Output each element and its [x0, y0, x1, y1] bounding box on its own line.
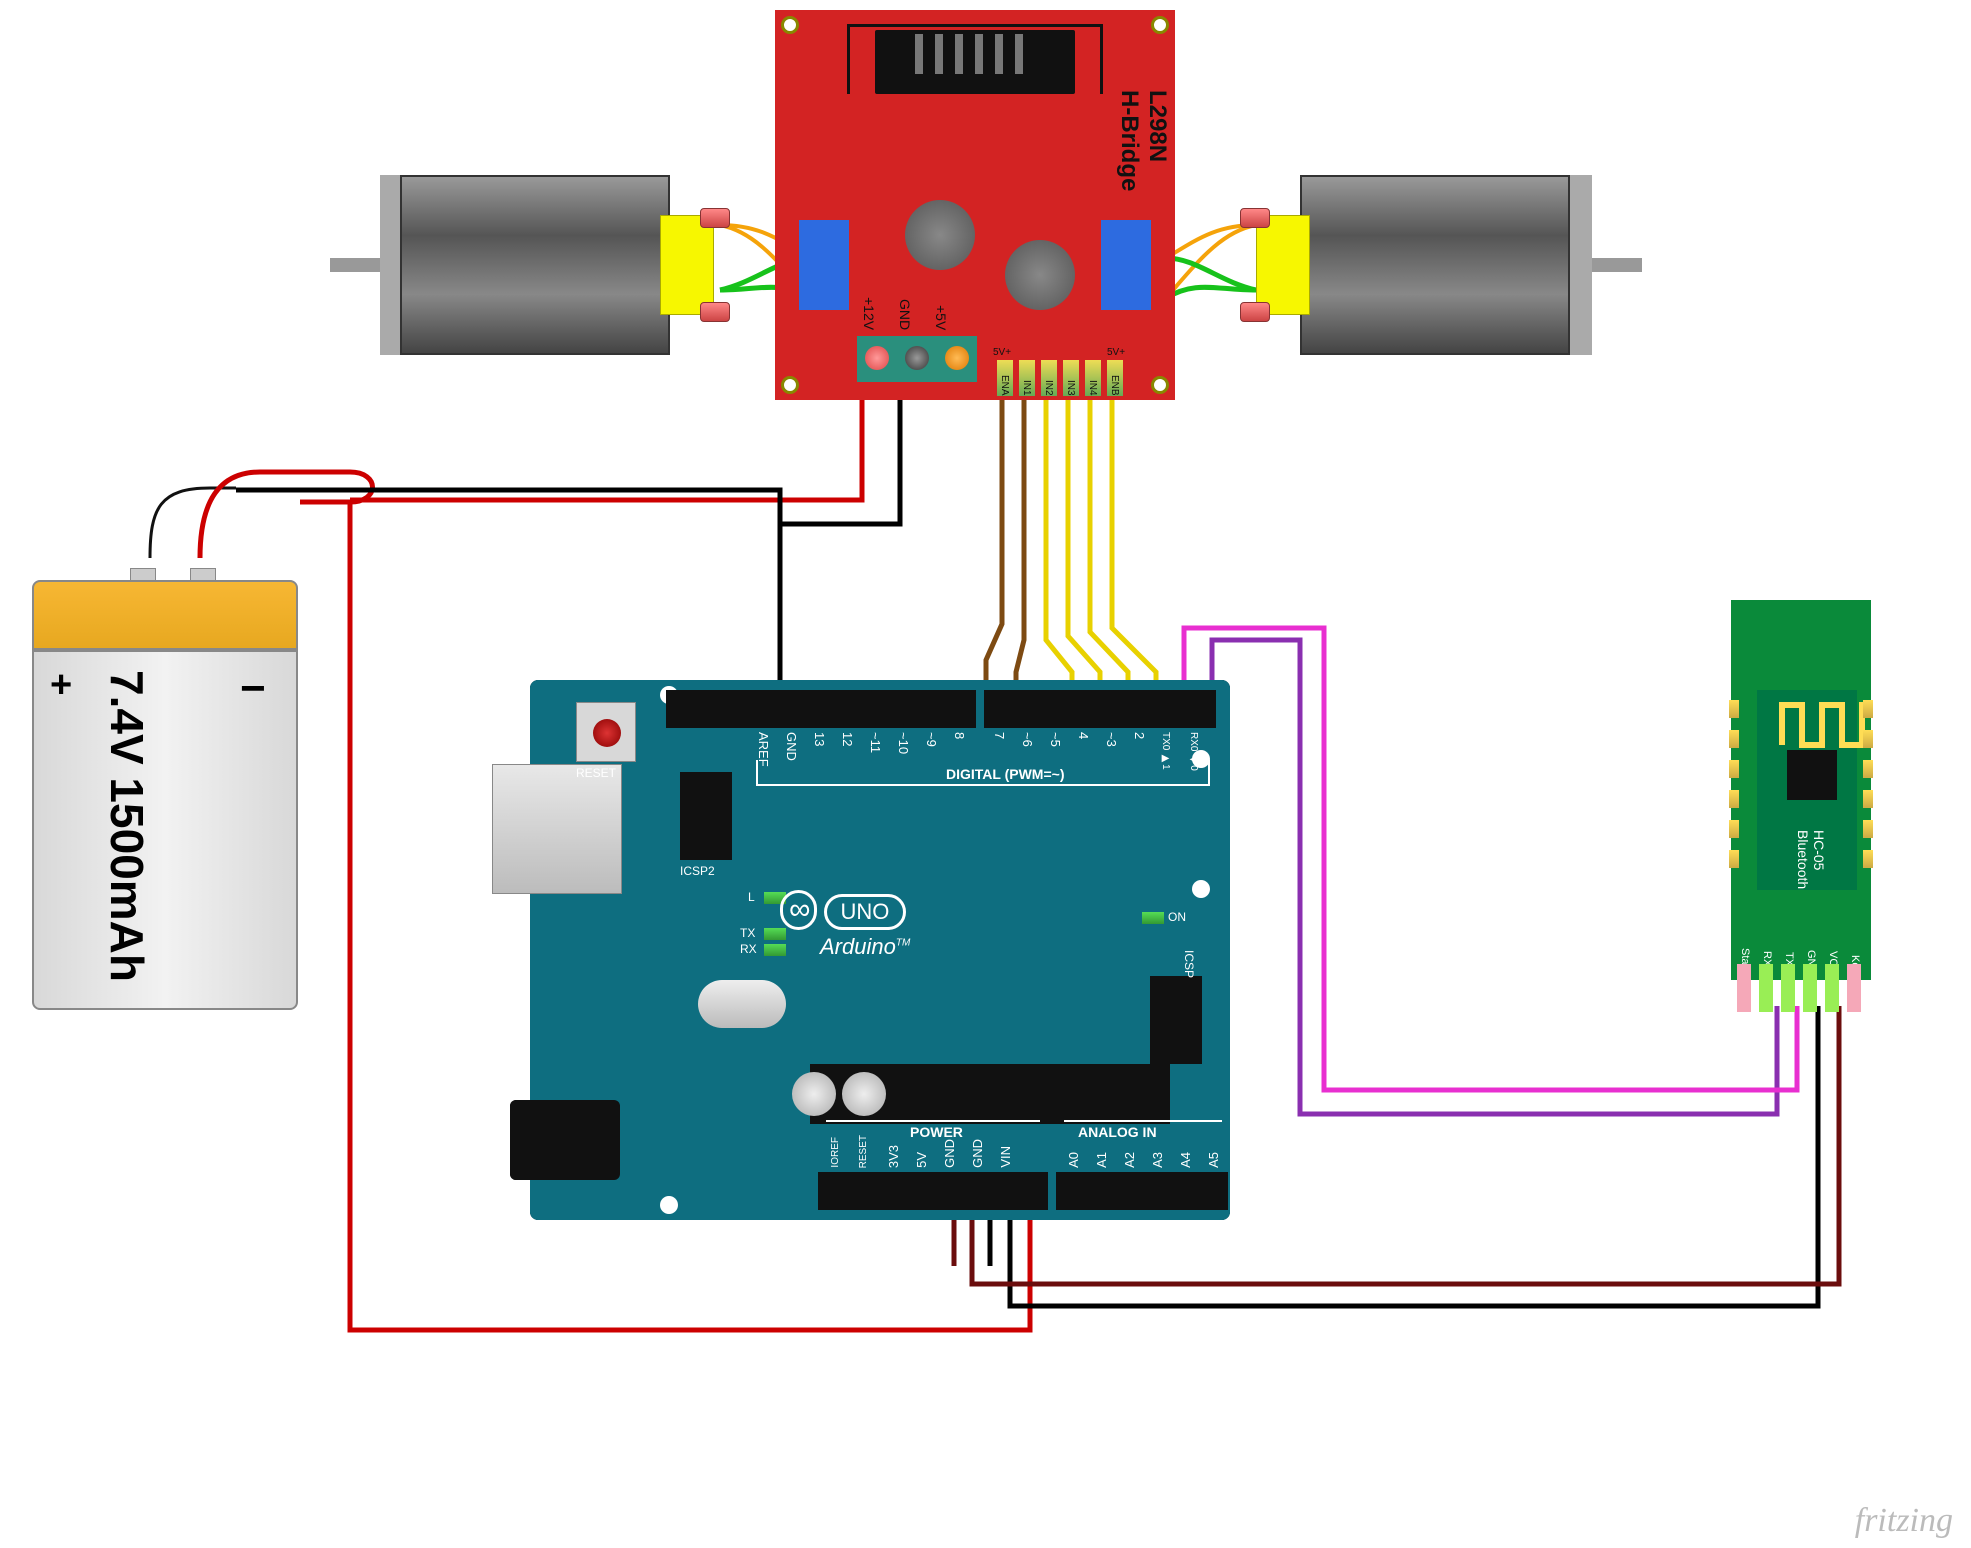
l298n-motor-a-terminal [799, 220, 849, 310]
fritzing-watermark: fritzing [1855, 1502, 1953, 1540]
analog-header [1056, 1172, 1228, 1210]
l298n-module: L298N H-Bridge +12V GND +5V 5V+ 5V+ ENA … [775, 10, 1175, 400]
l298n-motor-b-terminal [1101, 220, 1151, 310]
hc05-pin-rxd [1759, 964, 1773, 1012]
power-header [818, 1172, 1048, 1210]
hc05-pin-txd [1781, 964, 1795, 1012]
antenna-trace-icon [1777, 700, 1877, 750]
lipo-battery: + − 7.4V 1500mAh [10, 580, 320, 1020]
l298n-5vplus-b: 5V+ [1107, 347, 1125, 358]
hc05-bluetooth-module: HC-05Bluetooth State RXD TXD GND VCC Key [1731, 600, 1871, 980]
analog-section-label: ANALOG IN [1078, 1124, 1157, 1140]
digital-header-1 [666, 690, 976, 728]
hc05-pin-state [1737, 964, 1751, 1012]
reset-button[interactable] [576, 702, 636, 762]
arduino-model-badge: UNO [824, 894, 907, 930]
hc05-pin-vcc [1825, 964, 1839, 1012]
l298n-power-terminal [857, 336, 977, 382]
reset-label: RESET [576, 766, 616, 780]
digital-section-label: DIGITAL (PWM=~) [946, 766, 1064, 782]
battery-rating-label: 7.4V 1500mAh [100, 670, 154, 982]
dc-motor-left [330, 150, 670, 380]
icsp-label: ICSP [1182, 950, 1196, 978]
battery-positive-label: + [50, 664, 72, 707]
l298n-12v-label: +12V [861, 297, 877, 330]
battery-negative-label: − [240, 664, 266, 714]
hc05-pin-gnd [1803, 964, 1817, 1012]
hc05-pin-key [1847, 964, 1861, 1012]
l298n-title-label: L298N H-Bridge [1115, 90, 1171, 191]
digital-header-2 [984, 690, 1216, 728]
l298n-5vplus-a: 5V+ [993, 347, 1011, 358]
dc-motor-right [1300, 150, 1640, 380]
l298n-5v-label: +5V [933, 305, 949, 330]
arduino-uno: RESET ICSP2 ICSP L TX RX ON ∞ UNO Arduin… [530, 680, 1230, 1220]
power-section-label: POWER [910, 1124, 963, 1140]
barrel-jack [510, 1100, 620, 1180]
usb-port [492, 764, 622, 894]
l298n-gnd-label: GND [897, 299, 913, 330]
icsp2-label: ICSP2 [680, 864, 715, 878]
